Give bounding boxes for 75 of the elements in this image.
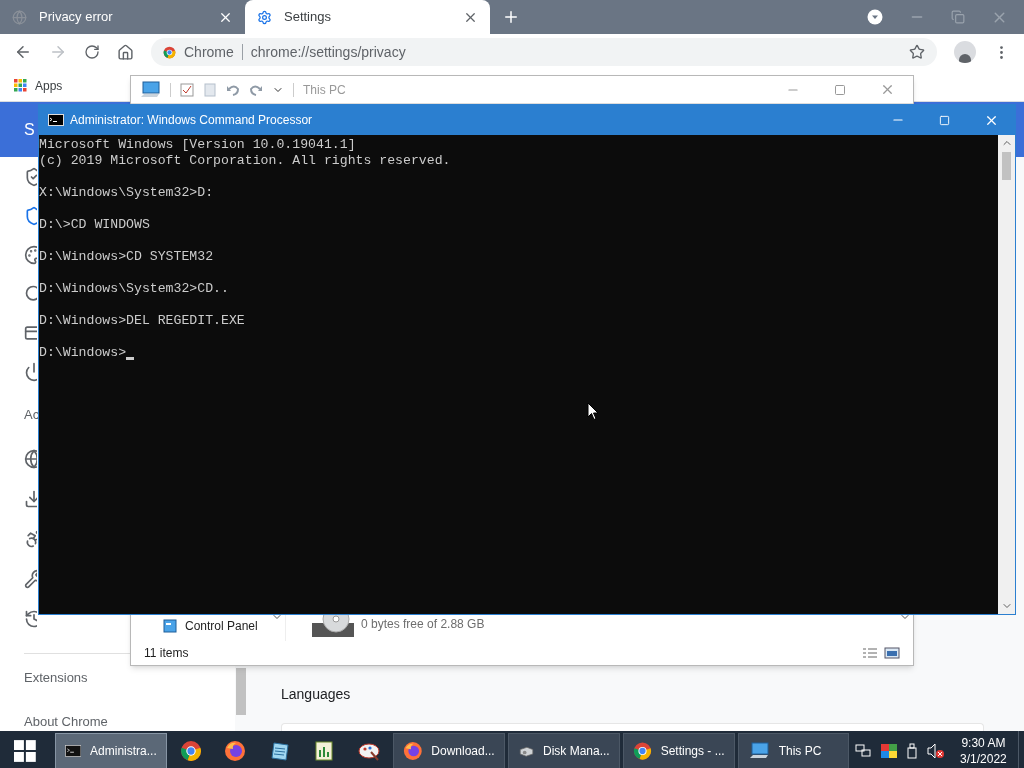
power-icon[interactable] [24,361,37,382]
window-title: This PC [303,81,347,99]
reload-icon[interactable] [84,44,100,60]
bookmark-item[interactable]: Apps [14,76,63,95]
new-tab-icon[interactable] [502,8,520,26]
bookmark-star-icon[interactable] [909,44,925,60]
taskbar-button[interactable]: Disk Mana... [507,733,620,768]
console-line: D:\Windows> [39,345,127,361]
terminal-icon [48,114,64,126]
settings-icon [257,9,272,25]
globe-icon[interactable] [24,449,37,469]
color-display-icon[interactable] [880,744,897,758]
scroll-thumb[interactable] [1002,152,1011,180]
console-line: Microsoft Windows [Version 10.0.19041.1] [39,137,356,153]
wrench-icon[interactable] [24,569,37,589]
firefox-icon [224,740,247,762]
firefox-icon [402,740,423,762]
windows-start-icon[interactable] [14,740,36,762]
console-line: D:\Windows\System32>CD.. [39,281,229,297]
control-panel-icon [163,619,177,633]
tab-search-icon[interactable] [867,9,883,25]
muted-speaker-icon[interactable] [926,743,945,759]
shield-icon[interactable] [24,205,37,226]
url-text: chrome://settings/privacy [250,42,407,62]
back-icon[interactable] [14,43,32,61]
sidebar-scrollbar-thumb[interactable] [236,668,246,715]
close-icon[interactable] [880,82,895,97]
drive-free-space: 0 bytes free of 2.88 GB [361,616,485,633]
history-icon[interactable] [24,609,37,629]
taskbar-button[interactable]: Administra... [54,733,167,768]
computer-icon [139,79,161,100]
network-icon[interactable] [854,744,871,758]
terminal-icon [64,743,82,759]
mouse-pointer-icon [587,402,599,421]
usb-drive-icon[interactable] [906,743,917,759]
site-info-icon [163,45,176,59]
chrome-icon [632,740,652,762]
home-icon[interactable] [117,43,134,61]
taskbar-button[interactable]: This PC [737,733,849,768]
console-line: D:\Windows>CD SYSTEM32 [39,249,214,265]
shield-check-icon[interactable] [24,166,37,187]
text-cursor [126,357,135,360]
settings-title: S [24,119,35,140]
notepad-icon [268,740,291,762]
spreadsheet-icon [313,740,336,762]
accessibility-icon[interactable] [24,529,37,549]
globe-icon [12,9,27,25]
taskbar-button[interactable]: Settings - ... [622,733,735,768]
nav-item[interactable]: Control Panel [163,617,285,635]
settings-nav-link[interactable]: About Chrome [24,711,235,731]
item-count: 11 items [144,645,190,662]
settings-nav-link[interactable]: Extensions [24,668,235,688]
console-line: (c) 2019 Microsoft Corporation. All rights reserved. [39,153,451,169]
large-icons-view-icon[interactable] [884,647,900,659]
clock-date[interactable]: 3/1/2022 [960,751,1007,767]
search-icon[interactable] [24,283,37,304]
paint-icon [356,740,381,762]
vertical-scrollbar[interactable] [998,135,1015,614]
profile-avatar[interactable] [954,41,976,63]
palette-icon[interactable] [24,244,37,265]
clock-time[interactable]: 9:30 AM [961,735,1006,751]
section-label: Ac [24,406,40,425]
browser-tab[interactable]: Settings [245,0,490,34]
properties-icon[interactable] [180,82,194,97]
apps-grid-icon [14,79,27,92]
console-line: D:\>CD WINDOWS [39,217,150,233]
address-bar[interactable]: Chrome chrome://settings/privacy [151,38,937,66]
origin-label: Chrome [184,42,234,62]
window-title: Administrator: Windows Command Processor [70,112,314,129]
section-heading: Languages [281,685,352,704]
chrome-icon [179,740,202,762]
taskbar-button[interactable]: Download... [392,733,505,768]
console-line: X:\Windows\System32>D: [39,185,214,201]
maximize-icon[interactable] [834,83,846,96]
console-line: D:\Windows>DEL REGEDIT.EXE [39,313,245,329]
